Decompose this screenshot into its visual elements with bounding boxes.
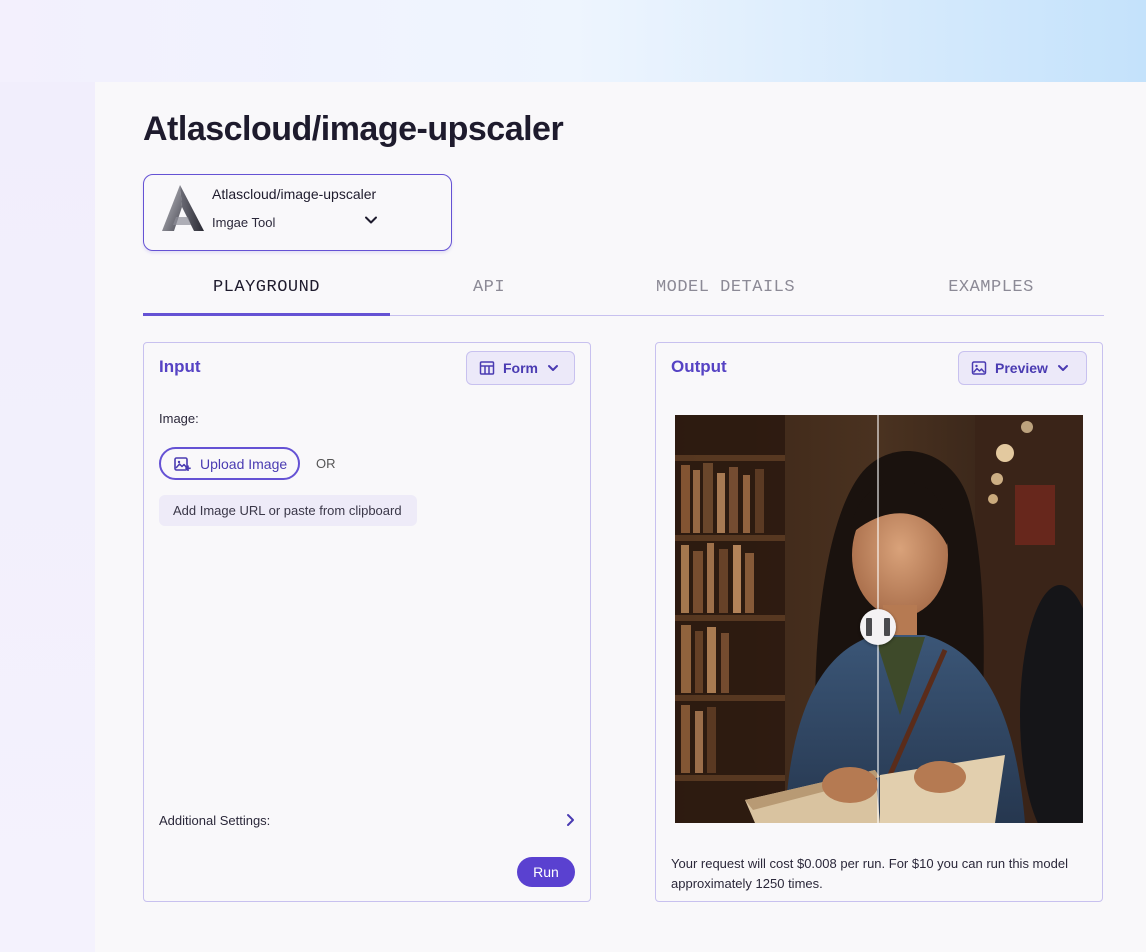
atlascloud-logo-icon xyxy=(162,185,204,231)
chevron-down-icon xyxy=(548,365,558,371)
form-view-label: Form xyxy=(503,360,538,376)
cost-estimate-text: Your request will cost $0.008 per run. F… xyxy=(671,856,1068,891)
output-panel: Output Preview Your request will cost $0… xyxy=(655,342,1103,902)
input-panel: Input Form Image: Upload Image OR Add Im… xyxy=(143,342,591,902)
chevron-down-icon xyxy=(1057,365,1068,371)
form-view-button[interactable]: Form xyxy=(466,351,575,385)
page-title: Atlascloud/image-upscaler xyxy=(143,110,564,148)
preview-view-button[interactable]: Preview xyxy=(958,351,1087,385)
main-content: Atlascloud/image-upscaler Atlascloud/ima… xyxy=(95,82,1146,952)
tab-bar: PLAYGROUND API MODEL DETAILS EXAMPLES xyxy=(143,272,1104,316)
upload-image-label: Upload Image xyxy=(200,455,288,472)
image-icon xyxy=(971,361,987,375)
image-url-input[interactable] xyxy=(159,495,417,526)
upload-image-button[interactable]: Upload Image xyxy=(159,447,300,480)
tab-examples[interactable]: EXAMPLES xyxy=(863,272,1119,316)
tab-api[interactable]: API xyxy=(390,272,588,316)
background-left-strip xyxy=(0,82,95,952)
output-panel-title: Output xyxy=(671,357,727,376)
preview-view-label: Preview xyxy=(995,360,1048,376)
model-selector[interactable]: Atlascloud/image-upscaler Imgae Tool xyxy=(143,174,452,251)
chevron-down-icon[interactable] xyxy=(364,213,378,227)
output-image-compare[interactable] xyxy=(675,415,1083,823)
image-field-label: Image: xyxy=(159,411,199,426)
chevron-right-icon[interactable] xyxy=(562,812,578,828)
run-button[interactable]: Run xyxy=(517,857,575,887)
compare-slider-handle[interactable] xyxy=(860,609,896,645)
tab-playground[interactable]: PLAYGROUND xyxy=(143,272,390,316)
table-icon xyxy=(479,361,495,375)
additional-settings-label: Additional Settings: xyxy=(159,813,271,828)
image-add-icon xyxy=(174,456,191,471)
model-type: Imgae Tool xyxy=(212,215,276,230)
model-name: Atlascloud/image-upscaler xyxy=(212,186,377,202)
input-panel-title: Input xyxy=(159,357,201,376)
or-separator: OR xyxy=(316,456,336,471)
tab-model-details[interactable]: MODEL DETAILS xyxy=(588,272,863,316)
